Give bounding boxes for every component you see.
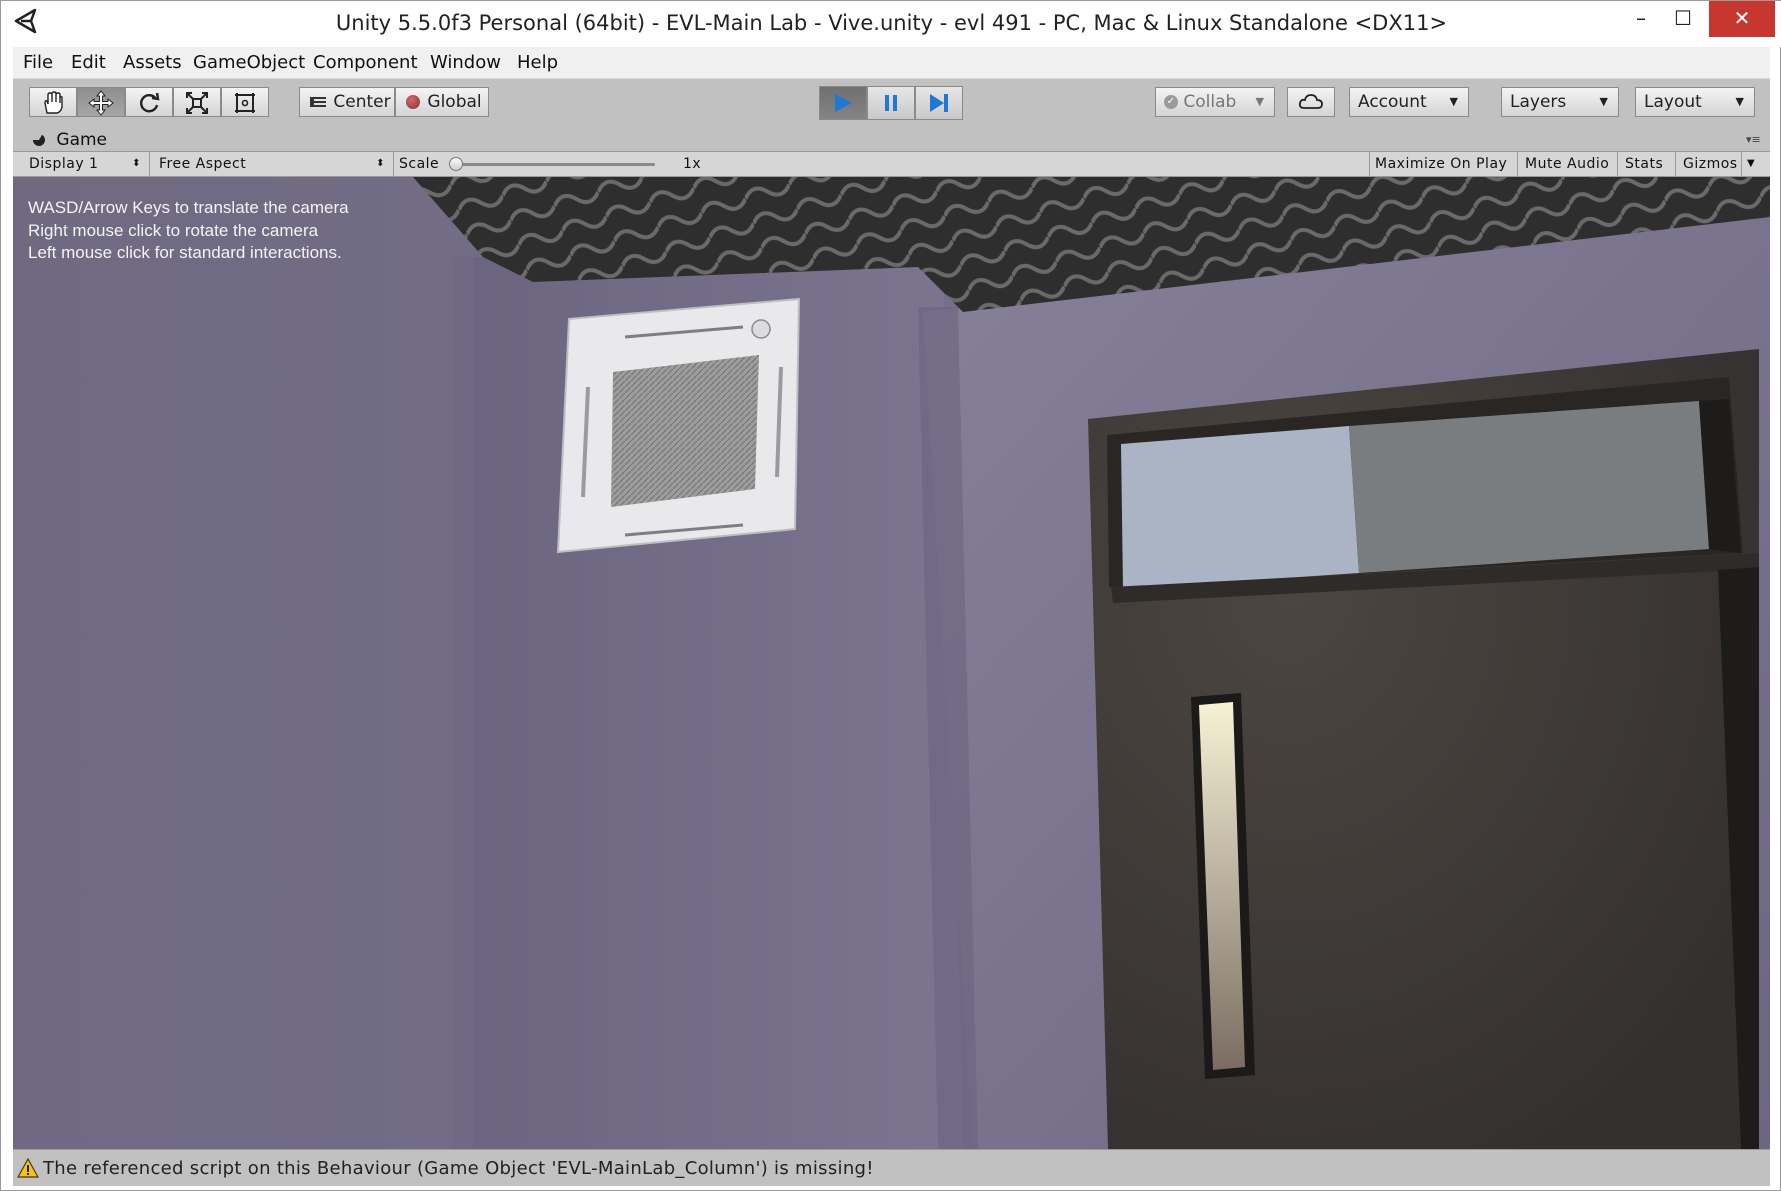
display-dropdown[interactable]: Display 1 ⬍	[29, 152, 145, 176]
cloud-button[interactable]	[1287, 87, 1335, 117]
gizmos-toggle[interactable]: Gizmos	[1683, 152, 1738, 176]
move-icon	[88, 90, 114, 116]
pause-icon	[885, 95, 897, 111]
pause-button[interactable]	[867, 86, 915, 120]
scale-slider-thumb[interactable]	[449, 157, 463, 171]
menu-bar: File Edit Assets GameObject Component Wi…	[13, 47, 1770, 79]
maximize-on-play-toggle[interactable]: Maximize On Play	[1375, 152, 1507, 176]
updown-icon: ⬍	[132, 158, 141, 169]
pivot-center-button[interactable]: Center	[299, 87, 395, 117]
rotate-icon	[140, 92, 160, 113]
panel-menu-icon[interactable]: ▾≡	[1746, 133, 1764, 147]
divider	[1369, 152, 1370, 176]
scale-icon	[186, 92, 208, 114]
game-tab-label: Game	[56, 130, 108, 150]
divider	[1675, 152, 1676, 176]
hud-line-2: Right mouse click to rotate the camera	[28, 220, 319, 240]
warning-icon	[17, 1158, 39, 1178]
hud-line-3: Left mouse click for standard interactio…	[28, 243, 342, 262]
aspect-dropdown[interactable]: Free Aspect ⬍	[159, 152, 389, 176]
chevron-down-icon: ▼	[1735, 95, 1744, 108]
hud-instructions: WASD/Arrow Keys to translate the camera …	[28, 197, 349, 265]
layout-dropdown[interactable]: Layout ▼	[1635, 87, 1755, 117]
scene-render	[13, 177, 1770, 1149]
layout-label: Layout	[1644, 92, 1702, 112]
tab-game[interactable]: Game	[25, 129, 107, 151]
cloud-icon	[1298, 94, 1323, 109]
scale-label: Scale	[399, 156, 440, 172]
menu-edit[interactable]: Edit	[71, 52, 106, 73]
rect-tool-button[interactable]	[221, 87, 269, 117]
door	[1088, 349, 1759, 1149]
menu-file[interactable]: File	[23, 52, 53, 73]
move-tool-button[interactable]	[77, 87, 125, 117]
divider	[1517, 152, 1518, 176]
menu-component[interactable]: Component	[313, 52, 418, 73]
hand-icon	[44, 91, 63, 114]
updown-icon: ⬍	[376, 158, 385, 169]
menu-help[interactable]: Help	[517, 52, 558, 73]
mute-audio-toggle[interactable]: Mute Audio	[1525, 152, 1609, 176]
hud-line-1: WASD/Arrow Keys to translate the camera	[28, 198, 349, 217]
menu-window[interactable]: Window	[430, 52, 501, 73]
status-message: The referenced script on this Behaviour …	[43, 1158, 874, 1179]
chevron-down-icon: ▼	[1255, 95, 1264, 108]
step-icon	[930, 94, 948, 112]
divider	[393, 152, 394, 176]
scale-value: 1x	[683, 156, 702, 172]
unity-editor-window: Unity 5.5.0f3 Personal (64bit) - EVL-Mai…	[0, 0, 1781, 1191]
display-label: Display 1	[29, 156, 99, 172]
rect-tool-icon	[235, 93, 255, 113]
divider	[1617, 152, 1618, 176]
play-button[interactable]	[819, 86, 867, 120]
divider	[1741, 152, 1742, 176]
layers-dropdown[interactable]: Layers ▼	[1501, 87, 1619, 117]
scale-tool-button[interactable]	[173, 87, 221, 117]
globe-icon	[406, 95, 420, 109]
stats-toggle[interactable]: Stats	[1625, 152, 1663, 176]
pacman-icon	[30, 131, 48, 149]
aspect-label: Free Aspect	[159, 156, 247, 172]
menu-assets[interactable]: Assets	[123, 52, 182, 73]
collab-dropdown[interactable]: ✓ Collab ▼	[1155, 87, 1275, 117]
pivot-center-label: Center	[333, 92, 391, 112]
console-status-bar[interactable]: The referenced script on this Behaviour …	[13, 1149, 1770, 1186]
game-view-controls: Display 1 ⬍ Free Aspect ⬍ Scale 1x Maxim…	[13, 151, 1770, 177]
chevron-down-icon: ▼	[1599, 95, 1608, 108]
rotate-tool-button[interactable]	[125, 87, 173, 117]
main-toolbar: Center Global ✓ Collab ▼ Account ▼ Layer…	[13, 79, 1770, 130]
title-bar: Unity 5.5.0f3 Personal (64bit) - EVL-Mai…	[1, 1, 1781, 47]
ac-unit	[556, 297, 801, 554]
play-icon	[835, 94, 852, 112]
divider	[149, 152, 150, 176]
gizmos-dropdown-arrow[interactable]: ▼	[1747, 152, 1755, 176]
hand-tool-button[interactable]	[29, 87, 77, 117]
menu-gameobject[interactable]: GameObject	[193, 52, 305, 73]
pivot-center-icon	[310, 97, 326, 107]
pivot-global-label: Global	[427, 92, 482, 112]
close-button[interactable]: ✕	[1709, 1, 1775, 37]
layers-label: Layers	[1510, 92, 1567, 112]
window-title: Unity 5.5.0f3 Personal (64bit) - EVL-Mai…	[335, 11, 1448, 35]
step-button[interactable]	[915, 86, 963, 120]
account-label: Account	[1358, 92, 1427, 112]
chevron-down-icon: ▼	[1449, 95, 1458, 108]
game-viewport[interactable]: WASD/Arrow Keys to translate the camera …	[13, 177, 1770, 1149]
account-dropdown[interactable]: Account ▼	[1349, 87, 1469, 117]
checkmark-icon: ✓	[1164, 95, 1178, 109]
collab-label: Collab	[1183, 92, 1237, 112]
maximize-button[interactable]: ☐	[1657, 1, 1709, 37]
scale-slider-track[interactable]	[455, 163, 655, 166]
game-tab-bar: Game ▾≡	[13, 129, 1770, 151]
pivot-global-button[interactable]: Global	[395, 87, 489, 117]
